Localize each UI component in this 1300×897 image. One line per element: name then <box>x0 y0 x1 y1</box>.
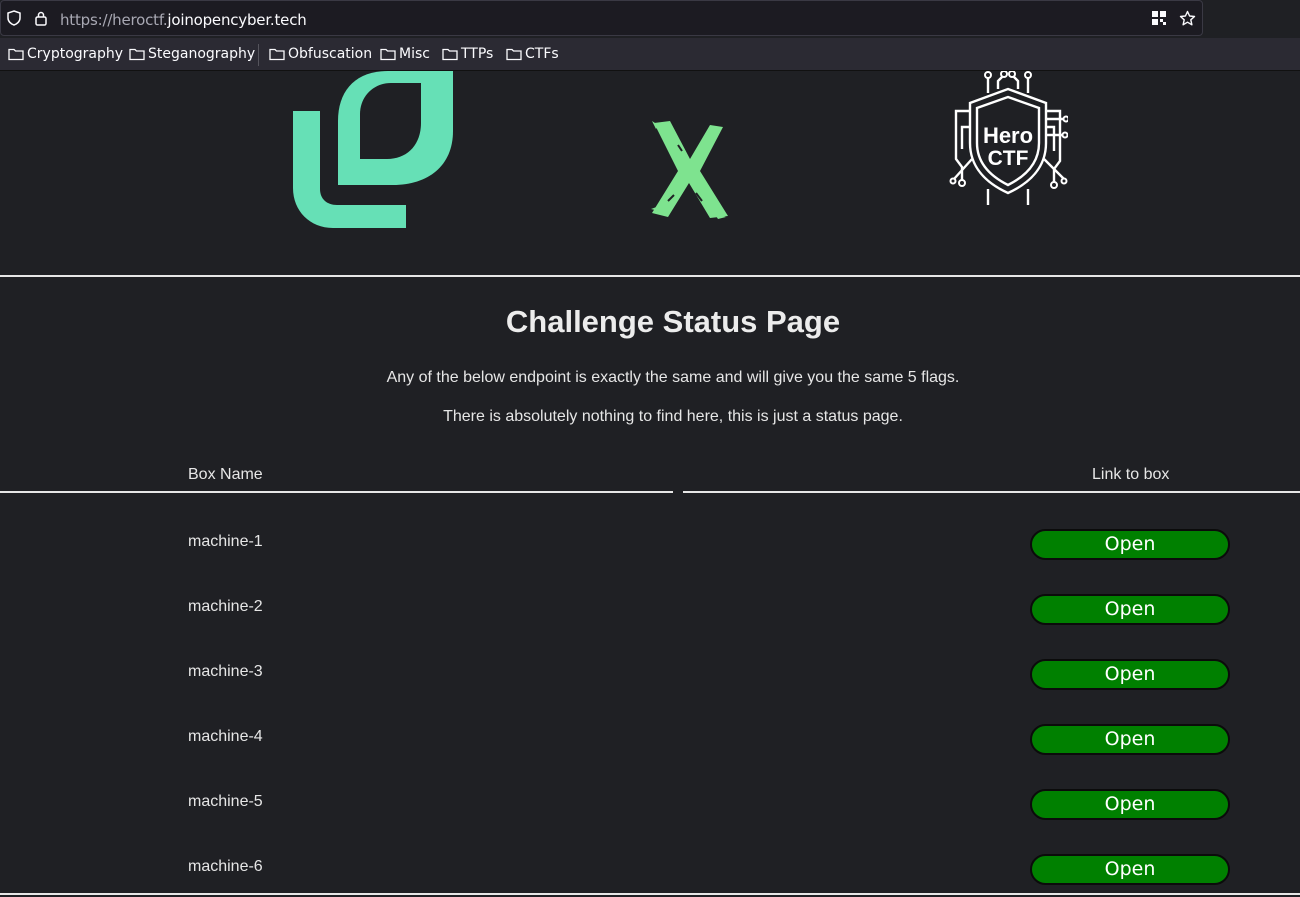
hero-logo-text: Hero <box>983 123 1033 148</box>
bookmark-ctfs[interactable]: CTFs <box>506 46 559 62</box>
box-name: machine-2 <box>188 598 263 615</box>
page-title: Challenge Status Page <box>505 304 841 339</box>
url-text[interactable]: https://heroctf.joinopencyber.tech <box>60 11 307 29</box>
bookmark-misc[interactable]: Misc <box>380 46 430 62</box>
bookmarks-toolbar: Cryptography Steganography Obfuscation M… <box>0 38 1300 71</box>
shield-icon[interactable] <box>7 10 21 31</box>
open-button-machine-1[interactable]: Open <box>1030 529 1230 560</box>
folder-icon <box>506 48 522 61</box>
lock-icon[interactable] <box>34 10 48 31</box>
note-paragraph: There is absolutely nothing to find here… <box>443 408 903 425</box>
open-button-machine-6[interactable]: Open <box>1030 854 1230 885</box>
qr-code-icon[interactable] <box>1151 10 1167 31</box>
column-header-link: Link to box <box>1092 466 1170 483</box>
bookmark-ttps[interactable]: TTPs <box>442 46 493 62</box>
bookmark-separator <box>258 44 259 66</box>
heroctf-logo: Hero CTF <box>948 70 1070 212</box>
bookmark-steganography[interactable]: Steganography <box>129 46 255 62</box>
folder-icon <box>269 48 285 61</box>
open-button-machine-5[interactable]: Open <box>1030 789 1230 820</box>
header-underline-left <box>0 491 673 493</box>
footer-divider <box>0 893 1300 895</box>
bookmark-label: CTFs <box>525 46 559 62</box>
folder-icon <box>442 48 458 61</box>
box-name: machine-1 <box>188 533 263 550</box>
bookmark-star-icon[interactable] <box>1179 10 1196 32</box>
box-name: machine-4 <box>188 728 263 745</box>
box-name: machine-5 <box>188 793 263 810</box>
open-button-machine-3[interactable]: Open <box>1030 659 1230 690</box>
address-bar[interactable]: https://heroctf.joinopencyber.tech <box>0 0 1203 36</box>
folder-icon <box>129 48 145 61</box>
page-content: Hero CTF Challenge Status Page Any of th… <box>0 70 1300 897</box>
bookmark-label: Cryptography <box>27 46 124 62</box>
bookmark-label: Misc <box>399 46 430 62</box>
header-divider <box>0 275 1300 277</box>
brush-x-logo <box>648 121 730 224</box>
url-domain: joinopencyber.tech <box>167 11 307 29</box>
bookmark-label: Steganography <box>148 46 256 62</box>
bookmark-cryptography[interactable]: Cryptography <box>8 46 123 62</box>
box-name: machine-6 <box>188 858 263 875</box>
opencyber-leaf-logo <box>293 71 455 234</box>
url-prefix: https://heroctf. <box>60 11 168 29</box>
box-name: machine-3 <box>188 663 263 680</box>
column-header-box-name: Box Name <box>188 466 263 483</box>
ctf-logo-text: CTF <box>988 147 1029 170</box>
open-button-machine-2[interactable]: Open <box>1030 594 1230 625</box>
open-button-machine-4[interactable]: Open <box>1030 724 1230 755</box>
bookmark-obfuscation[interactable]: Obfuscation <box>269 46 372 62</box>
folder-icon <box>8 48 24 61</box>
bookmark-label: TTPs <box>461 46 494 62</box>
header-underline-right <box>683 491 1300 493</box>
folder-icon <box>380 48 396 61</box>
intro-paragraph: Any of the below endpoint is exactly the… <box>386 369 960 386</box>
bookmark-label: Obfuscation <box>288 46 373 62</box>
